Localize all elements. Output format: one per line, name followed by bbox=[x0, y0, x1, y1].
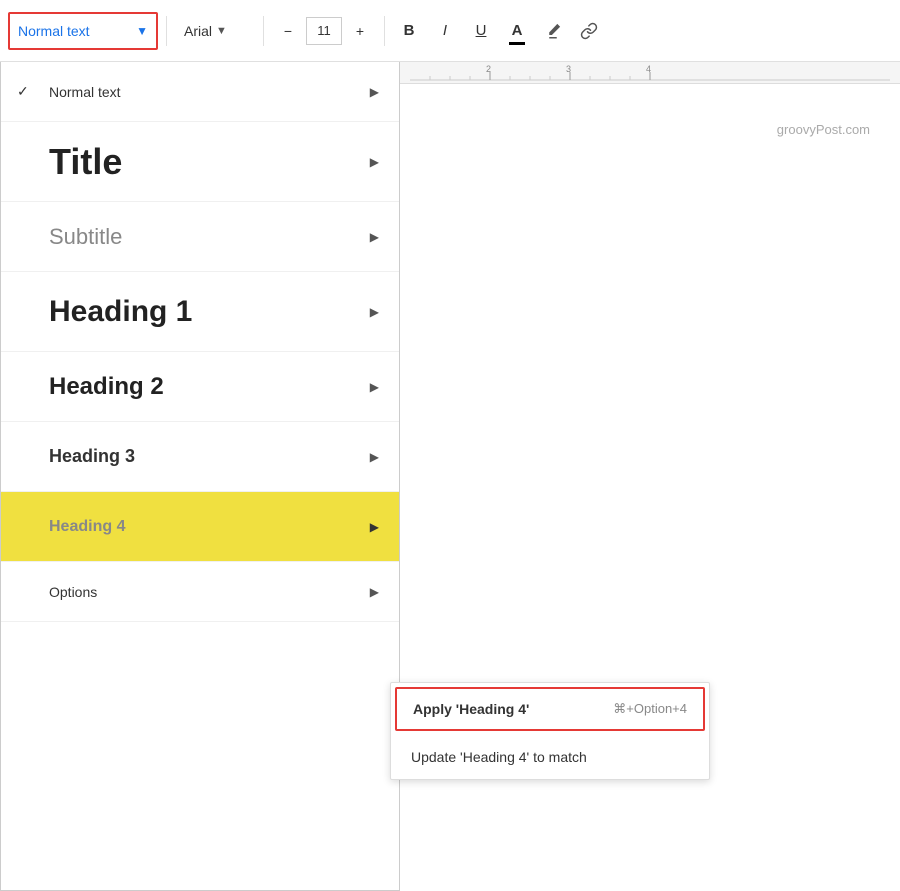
ruler-svg: 2 3 4 bbox=[410, 62, 890, 84]
font-color-label: A bbox=[512, 22, 523, 39]
menu-label-h3: Heading 3 bbox=[49, 446, 135, 467]
check-icon: ✓ bbox=[17, 83, 29, 100]
menu-item-subtitle[interactable]: Subtitle ▶ bbox=[1, 202, 399, 272]
dropdown-items: ✓ Normal text ▶ Title ▶ Subtitle ▶ Headi… bbox=[1, 62, 399, 622]
bold-button[interactable]: B bbox=[393, 15, 425, 47]
main-container: Normal text ▼ Arial ▼ − + B I U A bbox=[0, 0, 900, 891]
watermark: groovyPost.com bbox=[777, 122, 870, 137]
menu-label-title: Title bbox=[49, 141, 122, 183]
arrow-icon-h2: ▶ bbox=[370, 380, 379, 394]
submenu-apply-label: Apply 'Heading 4' bbox=[413, 701, 529, 717]
menu-label-options: Options bbox=[49, 584, 97, 600]
font-dropdown-arrow: ▼ bbox=[216, 25, 227, 37]
font-name: Arial bbox=[184, 23, 212, 39]
submenu-update[interactable]: Update 'Heading 4' to match bbox=[391, 735, 709, 779]
link-button[interactable] bbox=[573, 15, 605, 47]
style-dropdown[interactable]: Normal text ▼ bbox=[8, 12, 158, 50]
increase-font-button[interactable]: + bbox=[344, 15, 376, 47]
toolbar-right: B I U A bbox=[393, 15, 605, 47]
menu-item-h4[interactable]: Heading 4 ▶ bbox=[1, 492, 399, 562]
toolbar-divider-3 bbox=[384, 16, 385, 46]
svg-text:4: 4 bbox=[646, 64, 651, 74]
style-dropdown-label: Normal text bbox=[18, 23, 132, 39]
highlight-button[interactable] bbox=[537, 15, 569, 47]
submenu-apply-shortcut: ⌘+Option+4 bbox=[613, 701, 687, 717]
link-icon bbox=[580, 22, 598, 40]
arrow-icon-options: ▶ bbox=[370, 585, 379, 599]
menu-label-h4: Heading 4 bbox=[49, 518, 125, 536]
menu-label-subtitle: Subtitle bbox=[49, 224, 122, 250]
svg-text:3: 3 bbox=[566, 64, 571, 74]
highlight-icon bbox=[544, 22, 562, 40]
arrow-icon-h3: ▶ bbox=[370, 450, 379, 464]
font-size-box: − + bbox=[272, 15, 376, 47]
menu-label-normal: Normal text bbox=[49, 84, 121, 100]
dropdown-panel: ✓ Normal text ▶ Title ▶ Subtitle ▶ Headi… bbox=[0, 0, 400, 891]
menu-item-normal[interactable]: ✓ Normal text ▶ bbox=[1, 62, 399, 122]
toolbar-divider-1 bbox=[166, 16, 167, 46]
menu-item-h2[interactable]: Heading 2 ▶ bbox=[1, 352, 399, 422]
arrow-icon-normal: ▶ bbox=[370, 85, 379, 99]
ruler: 2 3 4 bbox=[400, 62, 900, 84]
menu-label-h1: Heading 1 bbox=[49, 295, 192, 329]
arrow-icon-subtitle: ▶ bbox=[370, 230, 379, 244]
color-underline bbox=[509, 42, 525, 45]
menu-item-title[interactable]: Title ▶ bbox=[1, 122, 399, 202]
underline-button[interactable]: U bbox=[465, 15, 497, 47]
menu-item-h3[interactable]: Heading 3 ▶ bbox=[1, 422, 399, 492]
italic-button[interactable]: I bbox=[429, 15, 461, 47]
menu-item-options[interactable]: Options ▶ bbox=[1, 562, 399, 622]
menu-label-h2: Heading 2 bbox=[49, 373, 164, 401]
submenu-apply[interactable]: Apply 'Heading 4' ⌘+Option+4 bbox=[395, 687, 705, 731]
svg-text:2: 2 bbox=[486, 64, 491, 74]
toolbar: Normal text ▼ Arial ▼ − + B I U A bbox=[0, 0, 900, 62]
toolbar-divider-2 bbox=[263, 16, 264, 46]
arrow-icon-h1: ▶ bbox=[370, 305, 379, 319]
font-dropdown[interactable]: Arial ▼ bbox=[175, 12, 255, 50]
menu-item-h1[interactable]: Heading 1 ▶ bbox=[1, 272, 399, 352]
arrow-icon-h4: ▶ bbox=[370, 520, 379, 534]
decrease-font-button[interactable]: − bbox=[272, 15, 304, 47]
submenu-popup: Apply 'Heading 4' ⌘+Option+4 Update 'Hea… bbox=[390, 682, 710, 780]
font-size-input[interactable] bbox=[306, 17, 342, 45]
arrow-icon-title: ▶ bbox=[370, 155, 379, 169]
style-dropdown-arrow: ▼ bbox=[136, 24, 148, 38]
font-color-button[interactable]: A bbox=[501, 15, 533, 47]
submenu-update-label: Update 'Heading 4' to match bbox=[411, 749, 587, 765]
